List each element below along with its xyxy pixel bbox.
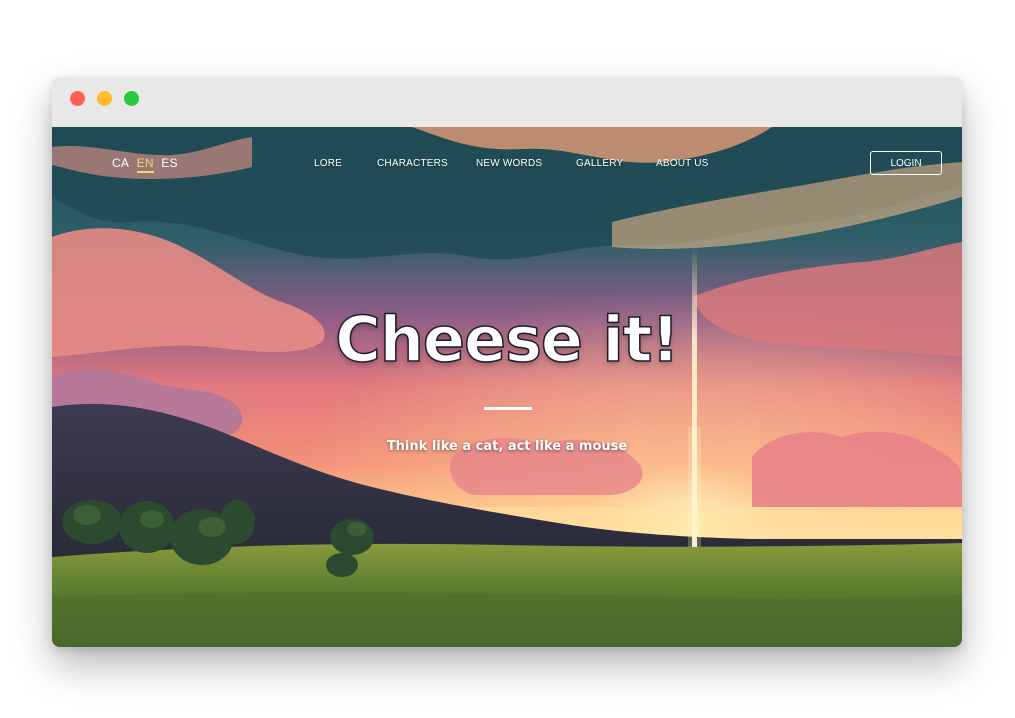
- language-switcher: CA EN ES: [112, 156, 182, 173]
- language-option-en[interactable]: EN: [136, 156, 154, 173]
- window-titlebar: [52, 77, 962, 127]
- hero-divider: [484, 407, 532, 410]
- page-viewport: CA EN ES LORE CHARACTERS NEW WORDS GALLE…: [52, 127, 962, 647]
- browser-window: CA EN ES LORE CHARACTERS NEW WORDS GALLE…: [52, 77, 962, 647]
- zoom-window-button[interactable]: [124, 91, 139, 106]
- nav-link-about-us[interactable]: ABOUT US: [656, 158, 709, 169]
- minimize-window-button[interactable]: [97, 91, 112, 106]
- nav-link-new-words[interactable]: NEW WORDS: [476, 158, 542, 169]
- language-option-ca[interactable]: CA: [112, 156, 129, 170]
- login-button[interactable]: LOGIN: [870, 151, 942, 175]
- nav-link-gallery[interactable]: GALLERY: [576, 158, 623, 169]
- nav-link-characters[interactable]: CHARACTERS: [377, 158, 448, 169]
- language-option-es[interactable]: ES: [161, 156, 177, 170]
- nav-link-lore[interactable]: LORE: [314, 158, 342, 169]
- hero-title: Cheese it!: [335, 302, 681, 377]
- hero-background-image: [52, 127, 962, 647]
- close-window-button[interactable]: [70, 91, 85, 106]
- hero-subtitle: Think like a cat, act like a mouse: [386, 439, 628, 454]
